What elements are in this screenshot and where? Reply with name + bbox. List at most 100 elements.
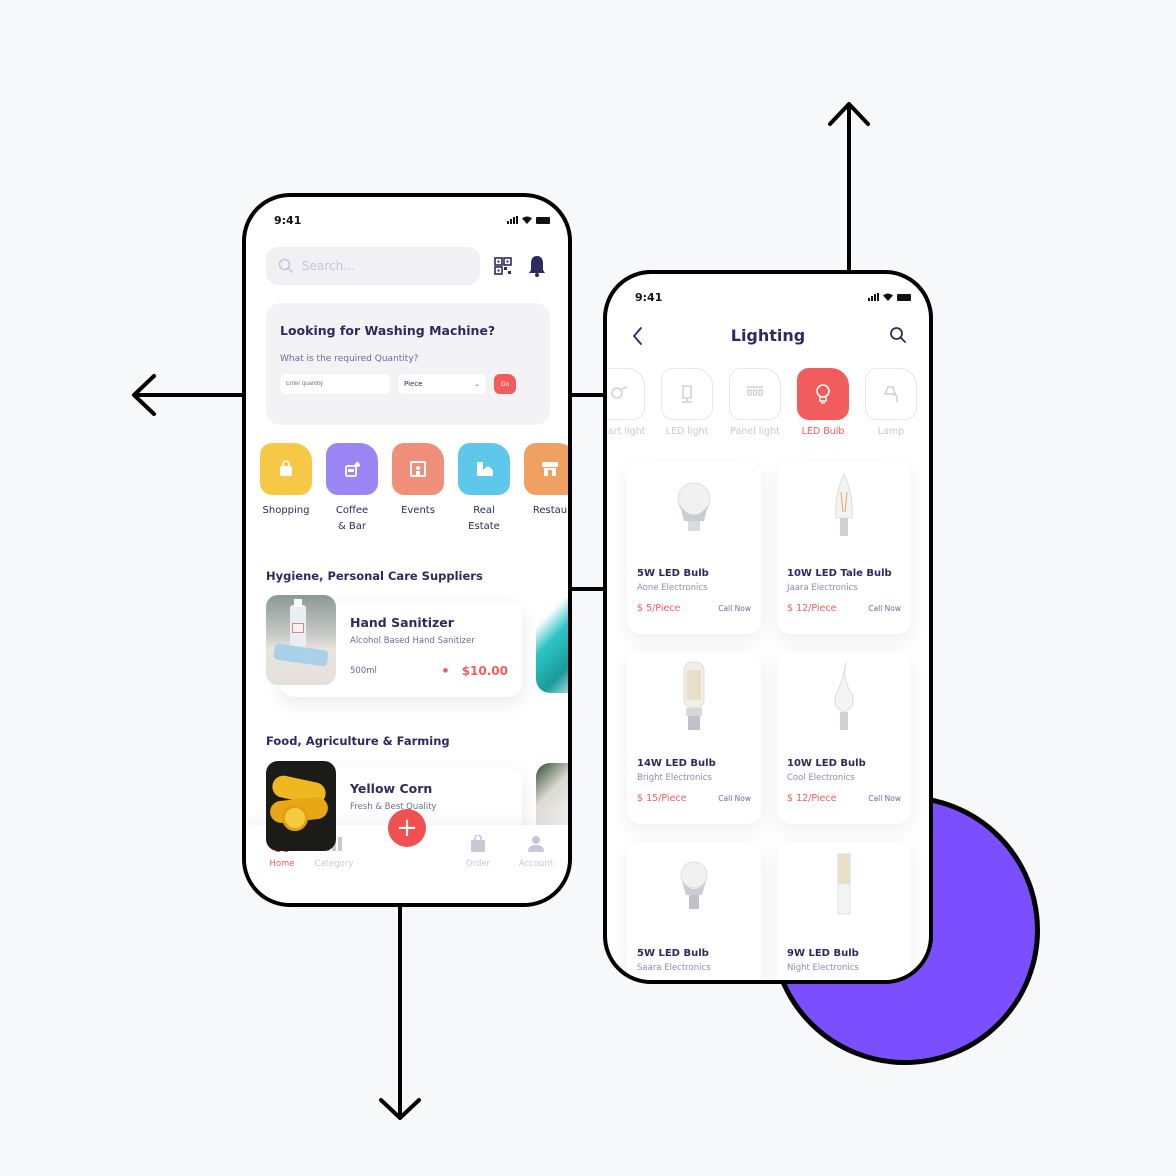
- promo-subtitle: What is the required Quantity?: [280, 354, 419, 364]
- product-grid: 5W LED Bulb Aone Electronics $ 5/Piece C…: [627, 462, 911, 980]
- product-price: $ 12/Piece: [787, 793, 837, 804]
- next-product-peek[interactable]: [536, 597, 568, 693]
- product-card[interactable]: 10W LED Tale Bulb Jaara Electronics $ 12…: [777, 462, 911, 634]
- search-input[interactable]: Search...: [266, 247, 480, 285]
- product-price: $10.00: [461, 664, 508, 678]
- promo-title: Looking for Washing Machine?: [280, 323, 496, 338]
- bulb-image: [787, 652, 901, 752]
- category-events[interactable]: Events: [392, 443, 444, 535]
- tab-label: Home: [269, 859, 295, 869]
- product-size: 500ml: [350, 666, 377, 676]
- price-tag-icon: ⚫: [441, 665, 450, 677]
- category-label: Events: [401, 505, 435, 516]
- wifi-icon: [883, 293, 893, 301]
- real-estate-icon: [458, 443, 510, 495]
- product-seller: Aone Electronics: [637, 583, 708, 593]
- category-coffee-bar[interactable]: Coffee & Bar: [326, 443, 378, 535]
- arrow-left-icon: [132, 374, 156, 416]
- product-card[interactable]: 10W LED Bulb Cool Electronics $ 12/Piece…: [777, 652, 911, 824]
- product-card[interactable]: 14W LED Bulb Bright Electronics $ 15/Pie…: [627, 652, 761, 824]
- product-name: 10W LED Bulb: [787, 758, 866, 769]
- unit-select-value: Piece: [404, 380, 423, 388]
- category-label: Shopping: [262, 505, 310, 516]
- status-time: 9:41: [274, 213, 302, 227]
- page-title: Lighting: [730, 326, 806, 345]
- wifi-icon: [522, 216, 532, 224]
- product-name: 10W LED Tale Bulb: [787, 568, 892, 579]
- bulb-image: [637, 652, 751, 752]
- product-name: 14W LED Bulb: [637, 758, 716, 769]
- subcategory-label: LED light: [665, 426, 709, 437]
- panel-light-icon: [729, 368, 781, 420]
- category-label: Coffee & Bar: [335, 505, 369, 532]
- product-name: 5W LED Bulb: [637, 948, 709, 959]
- subcategory-label: Smart light: [607, 426, 646, 437]
- search-icon: [278, 258, 294, 274]
- bag-icon: [471, 835, 485, 852]
- category-real-estate[interactable]: Real Estate: [458, 443, 510, 535]
- go-button[interactable]: Go: [494, 374, 516, 394]
- search-icon[interactable]: [889, 326, 907, 344]
- product-seller: Saara Electronics: [637, 963, 711, 973]
- subcategory-smart-light[interactable]: Smart light: [607, 368, 646, 437]
- category-label: Real Estate: [468, 505, 500, 532]
- tab-label: Order: [465, 859, 491, 869]
- yellow-corn-image: [266, 761, 336, 851]
- call-now-link[interactable]: Call Now: [718, 604, 751, 613]
- product-name: 9W LED Bulb: [787, 948, 859, 959]
- product-seller: Jaara Electronics: [787, 583, 858, 593]
- product-price: $ 5/Piece: [637, 603, 681, 614]
- product-name: Yellow Corn: [350, 781, 433, 796]
- product-card[interactable]: 9W LED Bulb Night Electronics: [777, 842, 911, 980]
- quantity-input[interactable]: [280, 374, 390, 394]
- product-description: Alcohol Based Hand Sanitizer: [350, 636, 475, 646]
- bell-icon[interactable]: [528, 255, 546, 277]
- call-now-link[interactable]: Call Now: [868, 794, 901, 803]
- connector-between-phones-bottom: [570, 587, 606, 591]
- product-card-hand-sanitizer[interactable]: Hand Sanitizer Alcohol Based Hand Saniti…: [266, 595, 522, 697]
- unit-select[interactable]: Piece ⌄: [398, 374, 486, 394]
- hand-sanitizer-image: [266, 595, 336, 685]
- battery-icon: [536, 216, 550, 224]
- product-seller: Cool Electronics: [787, 773, 855, 783]
- subcategory-led-light[interactable]: LED light: [661, 368, 713, 437]
- product-name: 5W LED Bulb: [637, 568, 709, 579]
- product-card[interactable]: 5W LED Bulb Saara Electronics: [627, 842, 761, 980]
- bulb-image: [787, 842, 901, 942]
- qr-code-icon[interactable]: [494, 257, 512, 275]
- search-placeholder: Search...: [302, 259, 355, 273]
- tab-account[interactable]: Account: [506, 835, 566, 869]
- lamp-icon: [865, 368, 917, 420]
- call-now-link[interactable]: Call Now: [868, 604, 901, 613]
- arrow-up-icon: [828, 102, 870, 126]
- subcategory-lamp[interactable]: Lamp: [865, 368, 917, 437]
- product-card[interactable]: 5W LED Bulb Aone Electronics $ 5/Piece C…: [627, 462, 761, 634]
- smart-light-icon: [607, 368, 645, 420]
- section-title-hygiene: Hygiene, Personal Care Suppliers: [266, 569, 483, 583]
- home-phone-screen: 9:41 Search... Looking for Washing Machi…: [242, 193, 572, 907]
- product-price: $ 12/Piece: [787, 603, 837, 614]
- tab-order[interactable]: Order: [448, 835, 508, 869]
- call-now-link[interactable]: Call Now: [718, 794, 751, 803]
- category-restaurant[interactable]: Restau: [524, 443, 568, 535]
- subcategory-label: Panel light: [730, 426, 780, 437]
- bulb-icon: [797, 368, 849, 420]
- led-light-icon: [661, 368, 713, 420]
- bulb-image: [637, 462, 751, 562]
- chevron-down-icon: ⌄: [474, 380, 480, 388]
- category-label: Restau: [532, 505, 568, 516]
- connector-up-vertical: [847, 106, 851, 274]
- add-button[interactable]: +: [388, 809, 426, 847]
- subcategory-panel-light[interactable]: Panel light: [729, 368, 781, 437]
- connector-between-phones-top: [570, 393, 606, 397]
- drink-icon: [326, 443, 378, 495]
- subcategory-label: Lamp: [877, 426, 905, 437]
- section-title-food: Food, Agriculture & Farming: [266, 734, 450, 748]
- bulb-image: [787, 462, 901, 562]
- user-icon: [528, 836, 544, 852]
- product-seller: Night Electronics: [787, 963, 859, 973]
- category-shopping[interactable]: Shopping: [260, 443, 312, 535]
- status-bar: 9:41: [274, 213, 550, 227]
- product-seller: Bright Electronics: [637, 773, 712, 783]
- subcategory-led-bulb[interactable]: LED Bulb: [797, 368, 849, 437]
